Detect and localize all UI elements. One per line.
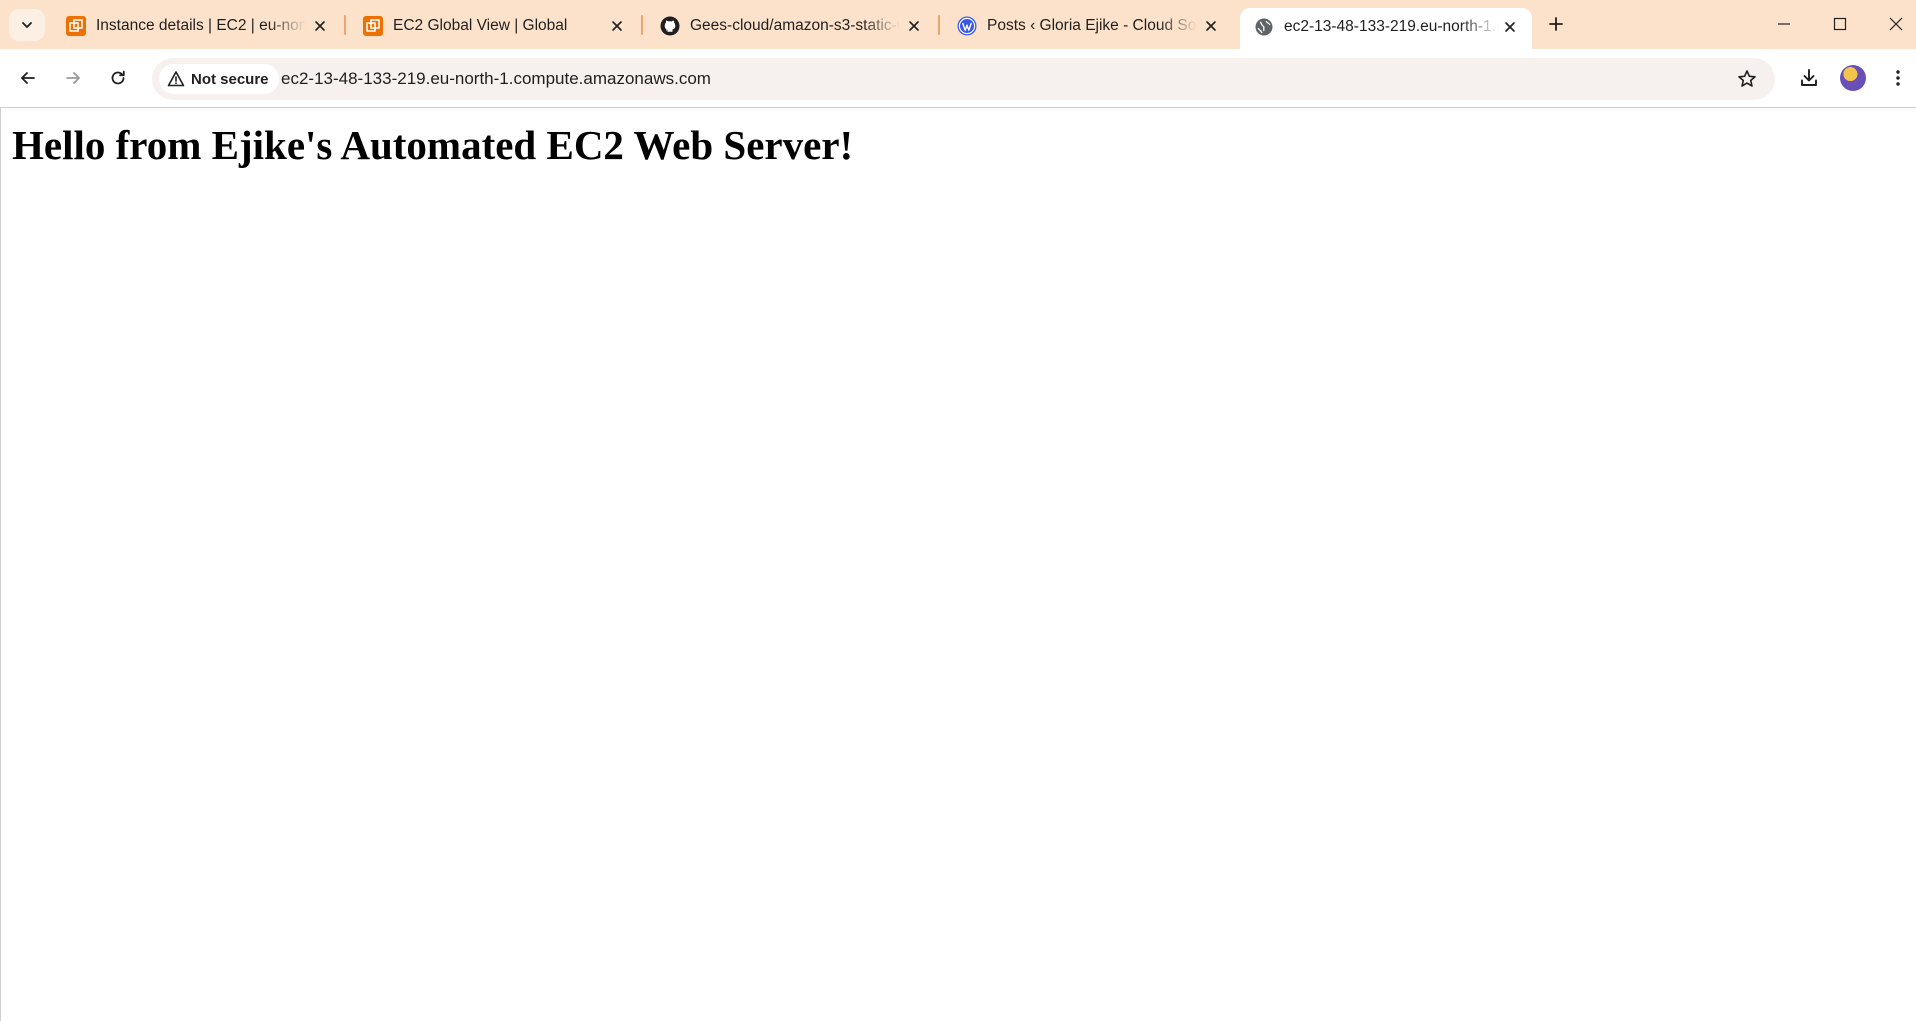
minimize-button[interactable] [1764,6,1804,42]
tab-title: EC2 Global View | Global [393,17,568,34]
tab-title: Posts ‹ Gloria Ejike - Cloud Solutions [987,17,1197,34]
close-icon[interactable] [1501,18,1519,36]
close-icon[interactable] [905,17,923,35]
tab-wordpress-posts[interactable]: Posts ‹ Gloria Ejike - Cloud Solutions [943,8,1233,42]
wordpress-icon [957,16,977,36]
reload-button[interactable] [103,63,133,93]
minimize-icon [1777,17,1791,31]
reload-icon [109,69,127,87]
forward-button[interactable] [58,63,88,93]
tab-separator [641,15,643,35]
warning-icon [167,70,185,88]
address-bar[interactable]: Not secure ec2-13-48-133-219.eu-north-1.… [152,58,1775,100]
star-icon [1737,69,1757,89]
new-tab-button[interactable] [1542,10,1570,38]
menu-button[interactable] [1883,63,1913,93]
tab-title: Instance details | EC2 | eu-north-1 [96,17,306,34]
close-window-button[interactable] [1876,6,1916,42]
maximize-icon [1833,17,1847,31]
arrow-right-icon [64,69,82,87]
close-icon[interactable] [311,17,329,35]
profile-avatar[interactable] [1840,65,1866,91]
aws-console-icon [363,16,383,36]
security-label: Not secure [191,70,269,88]
url-text[interactable]: ec2-13-48-133-219.eu-north-1.compute.ama… [281,69,711,89]
site-info-chip[interactable]: Not secure [159,64,279,94]
tab-ec2-server-active[interactable]: ec2-13-48-133-219.eu-north-1.compute.ama… [1240,8,1532,49]
close-icon[interactable] [1202,17,1220,35]
tab-instance-details[interactable]: Instance details | EC2 | eu-north-1 [52,8,342,42]
close-icon[interactable] [608,17,626,35]
globe-icon [1254,17,1274,37]
github-icon [660,16,680,36]
tab-github-repo[interactable]: Gees-cloud/amazon-s3-static-website [646,8,936,42]
plus-icon [1548,16,1564,32]
bookmark-button[interactable] [1733,65,1761,93]
download-icon [1799,68,1819,88]
page-heading: Hello from Ejike's Automated EC2 Web Ser… [12,122,854,168]
tab-separator [344,15,346,35]
arrow-left-icon [19,69,37,87]
close-icon [1889,17,1903,31]
downloads-button[interactable] [1794,63,1824,93]
tab-title: Gees-cloud/amazon-s3-static-website [690,17,900,34]
more-vertical-icon [1895,69,1901,87]
browser-toolbar: Not secure ec2-13-48-133-219.eu-north-1.… [0,49,1916,108]
back-button[interactable] [13,63,43,93]
tab-separator [938,15,940,35]
page-viewport: Hello from Ejike's Automated EC2 Web Ser… [0,108,1916,1021]
maximize-button[interactable] [1820,6,1860,42]
aws-console-icon [66,16,86,36]
tab-title: ec2-13-48-133-219.eu-north-1.compute.ama… [1284,18,1499,35]
browser-window: Instance details | EC2 | eu-north-1 EC2 … [0,0,1916,1021]
tab-search-button[interactable] [9,9,45,41]
tab-strip: Instance details | EC2 | eu-north-1 EC2 … [0,0,1916,49]
chevron-down-icon [20,18,34,32]
tab-ec2-global-view[interactable]: EC2 Global View | Global [349,8,639,42]
